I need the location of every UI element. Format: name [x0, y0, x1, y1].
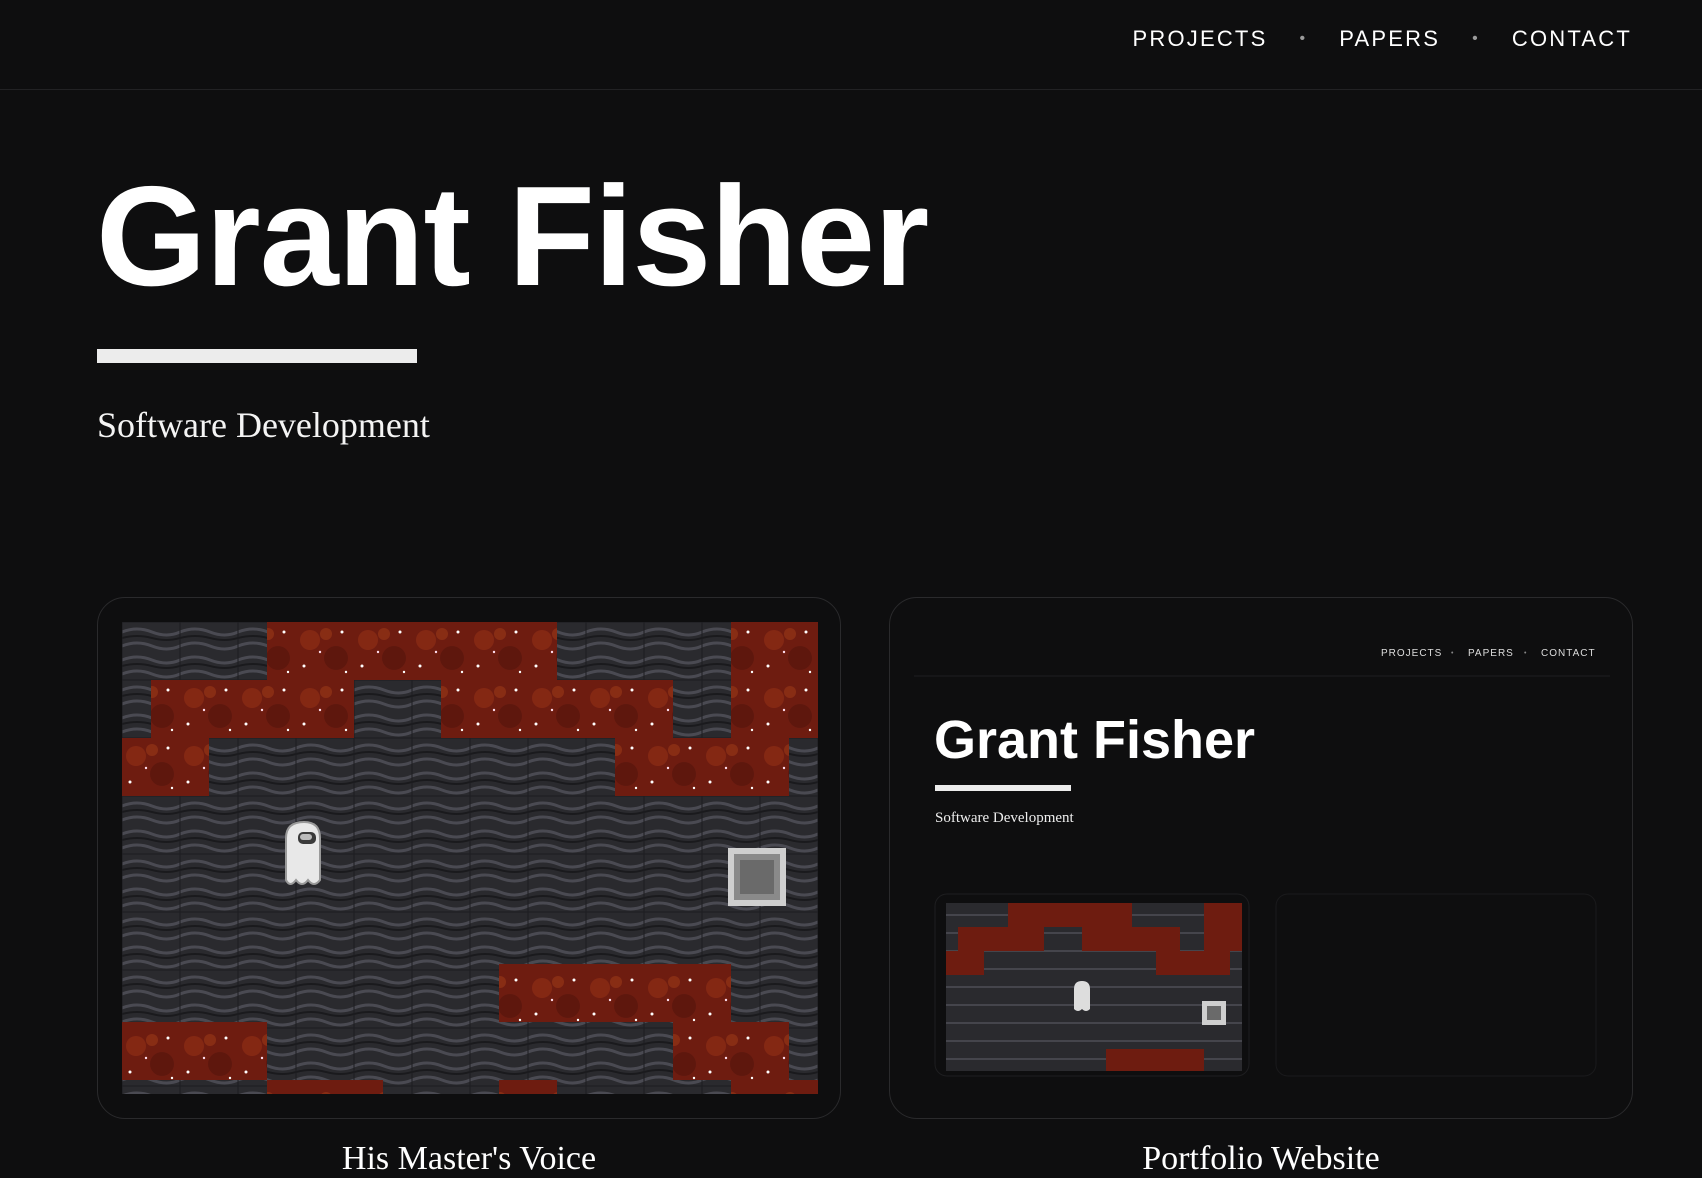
preview-nav-contact: CONTACT — [1541, 648, 1596, 659]
preview-subtitle: Software Development — [935, 810, 1075, 826]
preview-game-thumbnail — [946, 903, 1242, 1071]
project-title-portfolio-website[interactable]: Portfolio Website — [889, 1140, 1633, 1178]
website-preview-screenshot: PROJECTS • PAPERS • CONTACT Grant Fisher… — [914, 622, 1610, 1100]
preview-nav-papers: PAPERS — [1468, 648, 1514, 659]
lava-tile — [673, 1022, 789, 1080]
lava-tile — [151, 680, 354, 738]
project-card-his-masters-voice[interactable] — [97, 597, 841, 1119]
lava-tile — [731, 622, 818, 738]
nav-link-papers[interactable]: PAPERS — [1339, 26, 1440, 52]
lava-tile — [731, 1080, 818, 1094]
lava-tile — [615, 738, 789, 796]
player-sprite — [285, 820, 321, 885]
lava-tile — [267, 1080, 383, 1094]
crate-sprite — [728, 848, 786, 906]
nav-link-contact[interactable]: CONTACT — [1512, 26, 1632, 52]
nav-separator: • — [1299, 30, 1308, 47]
lava-tile — [267, 622, 557, 680]
top-navigation-bar: PROJECTS • PAPERS • CONTACT — [0, 0, 1702, 90]
preview-nav-projects: PROJECTS — [1381, 648, 1442, 659]
lava-tile — [499, 964, 731, 1022]
lava-tile — [499, 1080, 557, 1094]
lava-tile — [122, 738, 209, 796]
lava-tile — [122, 1022, 267, 1080]
main-nav: PROJECTS • PAPERS • CONTACT — [1133, 26, 1633, 52]
title-underline — [97, 349, 417, 363]
nav-link-projects[interactable]: PROJECTS — [1133, 26, 1268, 52]
project-title-his-masters-voice[interactable]: His Master's Voice — [97, 1140, 841, 1178]
game-screenshot — [122, 622, 818, 1094]
project-card-portfolio-website[interactable]: PROJECTS • PAPERS • CONTACT Grant Fisher… — [889, 597, 1633, 1119]
preview-title: Grant Fisher — [934, 710, 1255, 770]
lava-tile — [441, 680, 673, 738]
preview-title-underline — [935, 785, 1071, 791]
page-title: Grant Fisher — [96, 157, 929, 316]
page-subtitle: Software Development — [97, 405, 430, 445]
nav-separator: • — [1472, 30, 1480, 47]
